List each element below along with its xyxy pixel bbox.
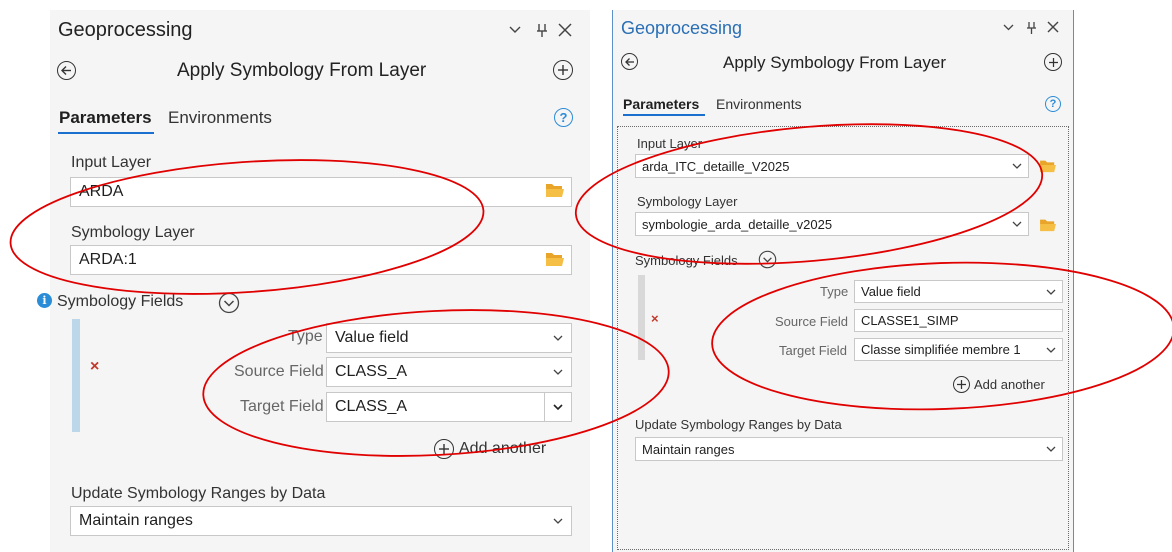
symbology-fields-label: Symbology Fields (635, 253, 738, 268)
symbology-fields-row-bar (638, 275, 645, 360)
chevron-down-icon[interactable] (218, 292, 240, 314)
symbology-layer-dropdown[interactable]: ARDA:1 (70, 245, 572, 275)
input-layer-dropdown[interactable]: arda_ITC_detaille_V2025 (635, 154, 1029, 178)
folder-open-icon[interactable] (545, 181, 565, 198)
type-value: Value field (861, 284, 921, 299)
chevron-down-icon[interactable] (1003, 23, 1014, 32)
input-layer-dropdown[interactable]: ARDA (70, 177, 572, 207)
tab-parameters-underline (623, 114, 705, 116)
update-ranges-label: Update Symbology Ranges by Data (71, 485, 326, 502)
chevron-down-icon (553, 335, 563, 341)
symbology-layer-value: ARDA:1 (79, 251, 137, 268)
symbology-layer-label: Symbology Layer (71, 224, 195, 241)
chevron-down-icon[interactable] (509, 25, 521, 35)
symbology-layer-dropdown[interactable]: symbologie_arda_detaille_v2025 (635, 212, 1029, 236)
add-another-label: Add another (459, 440, 547, 457)
source-field-value: CLASS_A (335, 363, 408, 380)
tool-title: Apply Symbology From Layer (723, 53, 946, 72)
chevron-down-icon[interactable] (758, 250, 777, 269)
symbology-fields-label: Symbology Fields (57, 293, 184, 310)
tab-environments[interactable]: Environments (716, 96, 802, 112)
target-field-dropdown-button[interactable] (544, 393, 571, 421)
update-ranges-value: Maintain ranges (79, 512, 193, 529)
remove-x-icon[interactable]: × (651, 311, 659, 326)
add-another-button[interactable]: Add another (953, 376, 1045, 393)
symbology-layer-label: Symbology Layer (637, 194, 738, 209)
back-arrow-circle-icon[interactable] (621, 53, 638, 70)
update-ranges-dropdown[interactable]: Maintain ranges (635, 437, 1063, 461)
folder-open-icon[interactable] (1039, 158, 1057, 173)
tab-parameters[interactable]: Parameters (59, 108, 152, 128)
symbology-fields-row-bar (72, 319, 80, 432)
right-geoprocessing-pane: Geoprocessing Apply Symbology From Layer… (612, 10, 1074, 552)
info-icon: i (37, 293, 52, 308)
tab-parameters[interactable]: Parameters (623, 96, 699, 112)
chevron-down-icon (553, 518, 563, 524)
chevron-down-icon (1012, 221, 1022, 227)
close-icon[interactable] (558, 23, 572, 37)
type-dropdown[interactable]: Value field (326, 323, 572, 353)
chevron-down-icon (553, 369, 563, 375)
left-geoprocessing-pane: Geoprocessing Apply Symbology From Layer… (50, 10, 590, 552)
input-layer-value: arda_ITC_detaille_V2025 (642, 158, 790, 174)
input-layer-label: Input Layer (637, 136, 703, 151)
target-field-label: Target Field (779, 343, 847, 358)
chevron-down-icon (553, 404, 563, 411)
tab-environments[interactable]: Environments (168, 108, 272, 128)
plus-circle-icon (434, 439, 454, 459)
source-field-value: CLASSE1_SIMP (861, 313, 959, 328)
chevron-down-icon (1012, 163, 1022, 169)
target-field-value: CLASS_A (335, 398, 408, 415)
pin-icon[interactable] (536, 22, 548, 38)
tool-title: Apply Symbology From Layer (177, 60, 427, 81)
plus-circle-icon (953, 376, 970, 393)
target-field-dropdown[interactable]: Classe simplifiée membre 1 (854, 338, 1063, 361)
plus-circle-icon[interactable] (1044, 53, 1062, 71)
type-label: Type (288, 328, 323, 345)
tab-parameters-underline (58, 132, 154, 134)
pin-icon[interactable] (1026, 20, 1037, 35)
symbology-layer-value: symbologie_arda_detaille_v2025 (642, 216, 833, 232)
source-field-label: Source Field (234, 363, 324, 380)
update-ranges-dropdown[interactable]: Maintain ranges (70, 506, 572, 536)
add-another-button[interactable]: Add another (434, 439, 546, 459)
type-value: Value field (335, 329, 409, 346)
target-field-label: Target Field (240, 398, 324, 415)
folder-open-icon[interactable] (545, 250, 565, 267)
folder-open-icon[interactable] (1039, 217, 1057, 232)
question-circle-icon[interactable]: ? (1045, 96, 1061, 112)
input-layer-label: Input Layer (71, 154, 152, 171)
update-ranges-label: Update Symbology Ranges by Data (635, 417, 842, 432)
type-dropdown[interactable]: Value field (854, 280, 1063, 303)
chevron-down-icon (1046, 446, 1056, 452)
pane-title: Geoprocessing (58, 19, 193, 41)
close-icon[interactable] (1047, 21, 1059, 33)
remove-x-icon[interactable]: × (90, 358, 99, 376)
back-arrow-circle-icon[interactable] (57, 61, 76, 80)
source-field-dropdown[interactable]: CLASS_A (326, 357, 572, 387)
question-circle-icon[interactable]: ? (554, 108, 573, 127)
pane-title: Geoprocessing (621, 18, 743, 38)
plus-circle-icon[interactable] (553, 60, 573, 80)
target-field-dropdown[interactable]: CLASS_A (326, 392, 572, 422)
chevron-down-icon (1046, 347, 1056, 353)
source-field-input[interactable]: CLASSE1_SIMP (854, 309, 1063, 332)
type-label: Type (820, 284, 849, 299)
add-another-label: Add another (974, 377, 1045, 392)
chevron-down-icon (1046, 289, 1056, 295)
target-field-value: Classe simplifiée membre 1 (861, 342, 1021, 357)
source-field-label: Source Field (775, 314, 848, 329)
update-ranges-value: Maintain ranges (642, 441, 735, 457)
input-layer-value: ARDA (79, 183, 124, 200)
